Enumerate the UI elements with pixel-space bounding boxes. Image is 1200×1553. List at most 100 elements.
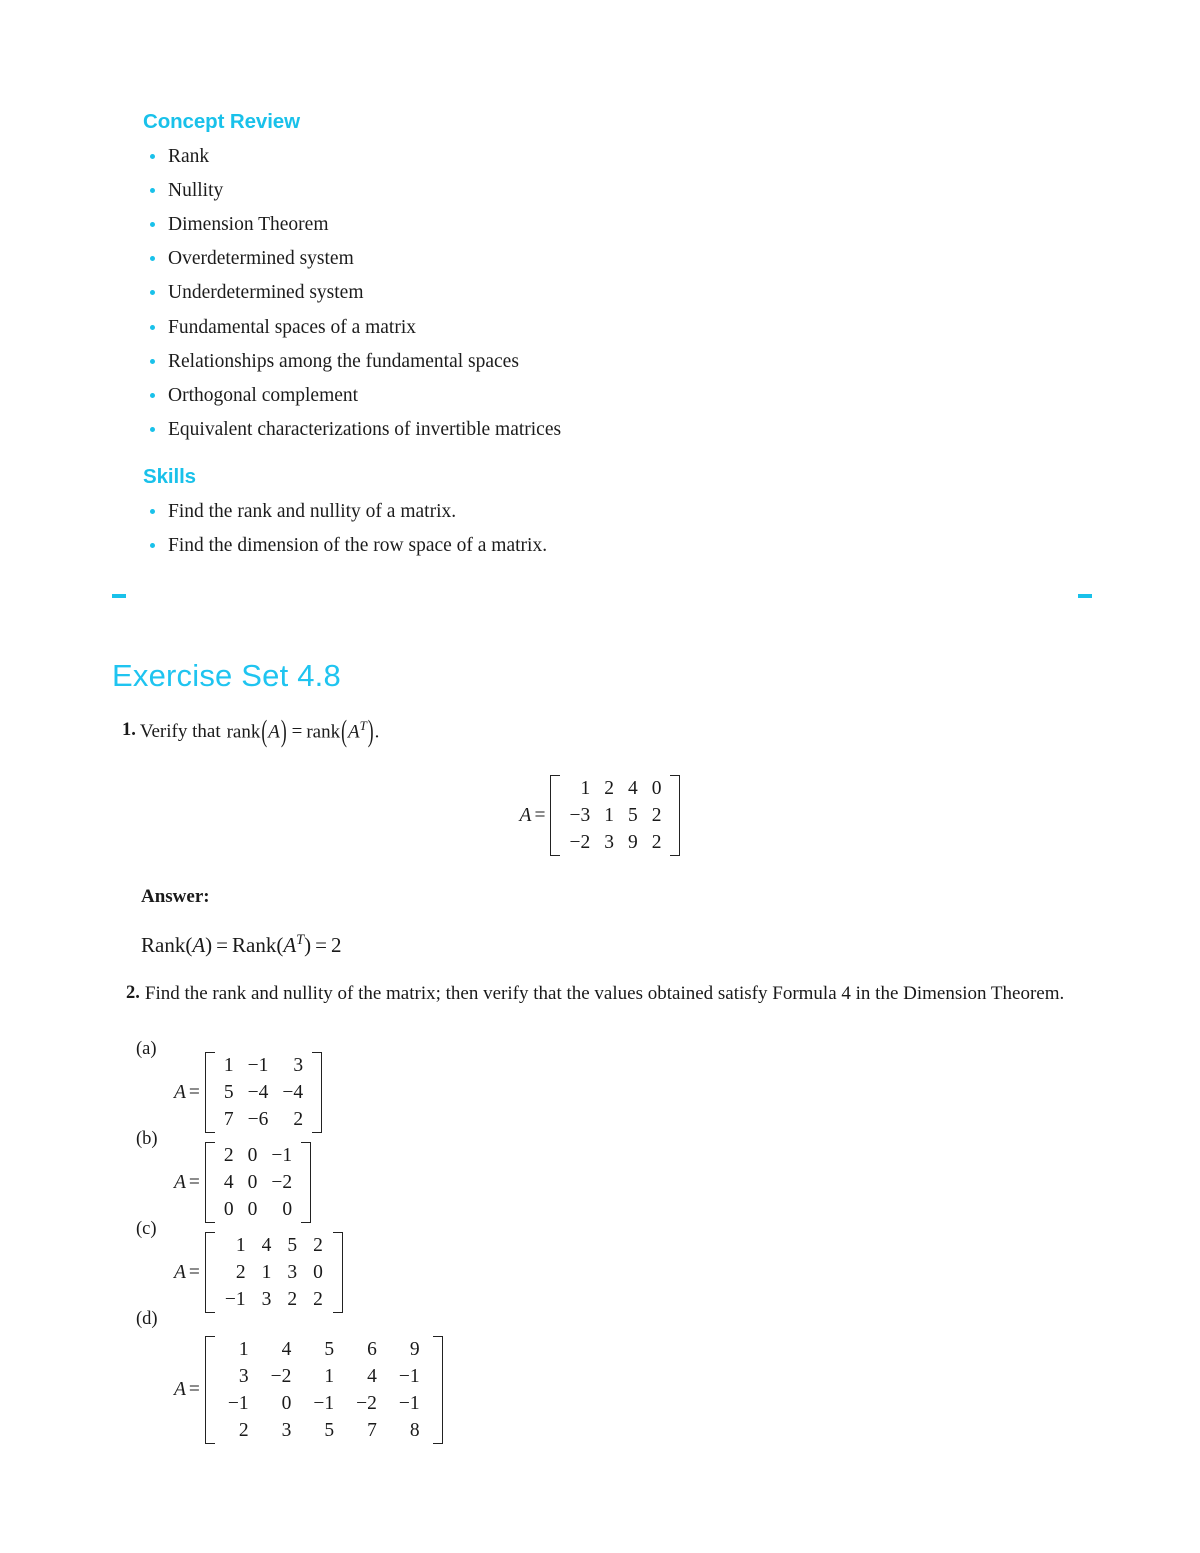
list-item-label: Find the rank and nullity of a matrix. <box>168 501 457 523</box>
matrix-cell: 3 <box>238 1366 249 1387</box>
matrix-cell: 0 <box>281 1393 292 1414</box>
matrix-cell: 5 <box>627 805 638 826</box>
bracket-right-icon <box>432 1336 443 1444</box>
list-item-label: Orthogonal complement <box>168 385 359 407</box>
matrix-cell: 1 <box>604 805 614 826</box>
paren-close-right: ) <box>367 713 374 749</box>
list-item-label: Nullity <box>168 179 224 201</box>
bracket-left-icon <box>550 775 561 856</box>
list-item: Underdetermined system <box>143 276 1103 310</box>
list-item: Find the dimension of the row space of a… <box>143 529 1103 563</box>
matrix-symbol-a-2: A <box>283 933 297 957</box>
matrix-cell: 3 <box>287 1262 298 1283</box>
bullet-icon <box>150 187 155 193</box>
matrix-cell: 9 <box>409 1339 420 1360</box>
list-item-label: Find the dimension of the row space of a… <box>168 535 548 557</box>
matrix-cell: 2 <box>235 1262 246 1283</box>
matrix-row: 1 4 5 6 9 <box>217 1336 431 1363</box>
problem-1: 1. Verify that rank(A) = rank(AT). <box>122 713 379 748</box>
matrix-row: −2 3 9 2 <box>562 829 668 856</box>
equals-sign: = <box>291 721 303 743</box>
matrix-cell: 4 <box>261 1235 272 1256</box>
list-item: Dimension Theorem <box>143 208 1103 242</box>
bracket-left-icon <box>204 1336 215 1444</box>
matrix-cell: 0 <box>313 1262 323 1283</box>
list-item: Nullity <box>143 174 1103 208</box>
matrix-cell: 7 <box>367 1420 377 1441</box>
problem-1-matrix-display: A = 1 2 4 0 −3 1 5 2 −2 3 9 2 <box>0 775 1200 856</box>
bullet-icon <box>150 427 155 433</box>
problem-2-part-c: (c) A = 1 4 5 2 2 1 3 0 −1 3 2 2 <box>136 1218 343 1313</box>
matrix-cell: 6 <box>367 1339 377 1360</box>
matrix-row: 1 4 5 2 <box>217 1232 331 1259</box>
equals-sign: = <box>188 1081 200 1103</box>
matrix-cell: −2 <box>569 832 591 853</box>
bullet-icon <box>150 290 155 296</box>
page-title: Exercise Set 4.8 <box>112 658 341 693</box>
problem-number: 1. <box>122 720 136 740</box>
answer-formula: Rank(A) = Rank(AT) = 2 <box>141 932 341 958</box>
matrix-cell: 5 <box>324 1339 335 1360</box>
matrix-row: −1 0 −1 −2 −1 <box>217 1390 431 1417</box>
matrix-cell: −4 <box>247 1082 269 1103</box>
list-item: Fundamental spaces of a matrix <box>143 311 1103 345</box>
rank-fn-right: rank <box>306 721 341 743</box>
equals-sign: = <box>188 1261 200 1283</box>
matrix-cell: 8 <box>409 1420 420 1441</box>
part-label: (a) <box>136 1039 157 1059</box>
matrix-row: 1 2 4 0 <box>562 775 668 802</box>
matrix-cell: 0 <box>247 1172 258 1193</box>
matrix-cell: 4 <box>281 1339 292 1360</box>
bracket-right-icon <box>312 1052 323 1133</box>
matrix-equation: A = 1 4 5 6 9 3 −2 1 4 −1 −1 0 −1 −2 −1 … <box>174 1336 443 1444</box>
matrix: 1 2 4 0 −3 1 5 2 −2 3 9 2 <box>550 775 681 856</box>
matrix-cell: 5 <box>324 1420 335 1441</box>
answer-section: Answer: Rank(A) = Rank(AT) = 2 <box>141 886 341 958</box>
matrix-cell: 2 <box>651 805 662 826</box>
matrix-cell: −2 <box>356 1393 377 1414</box>
matrix-cell: 1 <box>261 1262 272 1283</box>
matrix-cell: 9 <box>627 832 638 853</box>
matrix-cell: −1 <box>247 1055 269 1076</box>
bracket-right-icon <box>332 1232 343 1313</box>
list-item: Relationships among the fundamental spac… <box>143 345 1103 379</box>
paren-open-left: ( <box>261 713 268 749</box>
matrix-cell: 1 <box>238 1339 249 1360</box>
transpose-superscript: T <box>359 718 367 733</box>
part-label: (d) <box>136 1309 158 1329</box>
matrix-cell: 3 <box>293 1055 304 1076</box>
matrix-label: A <box>174 1379 186 1400</box>
matrix-grid: 1 4 5 6 9 3 −2 1 4 −1 −1 0 −1 −2 −1 2 3 … <box>217 1336 431 1444</box>
matrix-cell: 2 <box>604 778 614 799</box>
part-label: (c) <box>136 1219 157 1239</box>
problem-2-part-a: (a) A = 1 −1 3 5 −4 −4 7 −6 2 <box>136 1038 323 1133</box>
matrix-cell: 4 <box>367 1366 377 1387</box>
equals-sign: = <box>188 1171 200 1193</box>
matrix-cell: −1 <box>227 1393 249 1414</box>
list-item-label: Underdetermined system <box>168 282 364 304</box>
section-divider-right <box>1078 594 1092 598</box>
matrix-row: 3 −2 1 4 −1 <box>217 1363 431 1390</box>
bracket-left-icon <box>204 1142 215 1223</box>
equals-sign: = <box>188 1379 200 1400</box>
matrix-symbol-a: A <box>192 933 206 957</box>
rank-fn-1: Rank( <box>141 933 193 957</box>
equals-sign-2: = <box>315 933 327 957</box>
matrix-equation: A = 2 0 −1 4 0 −2 0 0 0 <box>174 1142 312 1223</box>
bullet-icon <box>150 543 155 549</box>
matrix-row: 1 −1 3 <box>217 1052 310 1079</box>
matrix-cell: −2 <box>271 1172 293 1193</box>
matrix-grid: 1 4 5 2 2 1 3 0 −1 3 2 2 <box>217 1232 331 1313</box>
list-item: Overdetermined system <box>143 242 1103 276</box>
skills-list: Find the rank and nullity of a matrix. F… <box>143 495 1103 563</box>
matrix-equation: A = 1 −1 3 5 −4 −4 7 −6 2 <box>174 1052 323 1133</box>
matrix-symbol-a: A <box>268 721 280 743</box>
matrix-cell: 3 <box>281 1420 292 1441</box>
paren-open-right: ( <box>341 713 347 749</box>
matrix-label: A <box>519 804 532 826</box>
skills-heading: Skills <box>143 465 196 489</box>
concept-review-heading: Concept Review <box>143 110 300 133</box>
answer-value: 2 <box>330 933 342 957</box>
matrix-label: A <box>174 1171 186 1193</box>
matrix-cell: 3 <box>604 832 614 853</box>
